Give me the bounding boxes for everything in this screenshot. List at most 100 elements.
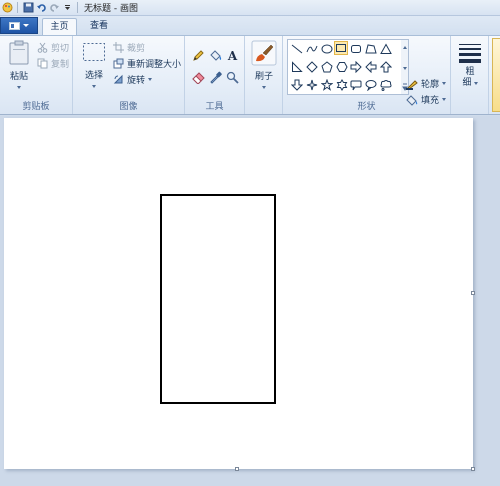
size-button[interactable]: 粗 细 xyxy=(457,42,483,89)
scroll-down-icon xyxy=(403,67,407,70)
copy-button[interactable]: 复制 xyxy=(37,57,69,70)
clipboard-icon xyxy=(9,40,29,65)
clipboard-group-label: 剪贴板 xyxy=(22,102,50,112)
image-group: 选择 裁剪 重新调整大小 旋转 图像 xyxy=(73,36,185,114)
tab-home[interactable]: 主页 xyxy=(42,18,77,35)
tools-group-label: 工具 xyxy=(205,102,224,112)
fill-label: 填充 xyxy=(421,96,440,106)
outline-icon xyxy=(406,79,418,90)
pentagon-shape-icon[interactable] xyxy=(320,60,334,74)
chevron-down-icon xyxy=(92,85,96,88)
resize-handle-right[interactable] xyxy=(471,291,475,295)
outline-button[interactable]: 轮廓 xyxy=(406,77,447,90)
fill-bucket-icon[interactable] xyxy=(208,48,223,63)
title-bar: 无标题 - 画图 xyxy=(0,0,500,16)
hexagon-shape-icon[interactable] xyxy=(335,60,349,74)
line-shape-icon[interactable] xyxy=(290,42,304,56)
star-four-shape-icon[interactable] xyxy=(305,78,319,92)
ribbon-tab-row: 主页 查看 xyxy=(0,16,500,35)
paste-button[interactable]: 粘贴 xyxy=(6,40,32,89)
arrow-right-shape-icon[interactable] xyxy=(349,60,363,74)
brushes-label: 刷子 xyxy=(254,72,273,82)
rotate-icon xyxy=(113,74,123,84)
brushes-button[interactable]: 刷子 xyxy=(250,40,278,89)
window-title: 无标题 - 画图 xyxy=(84,4,138,14)
rotate-button[interactable]: 旋转 xyxy=(113,73,153,86)
quick-access-separator xyxy=(17,2,18,13)
pencil-icon[interactable] xyxy=(191,48,206,63)
size-label-line2: 细 xyxy=(462,78,472,88)
image-group-label: 图像 xyxy=(119,102,138,112)
fill-button[interactable]: 填充 xyxy=(406,93,447,106)
callout-oval-shape-icon[interactable] xyxy=(364,78,378,92)
chevron-down-icon xyxy=(23,24,29,27)
copy-icon xyxy=(37,58,48,69)
oval-shape-icon[interactable] xyxy=(320,42,334,56)
right-triangle-shape-icon[interactable] xyxy=(290,60,304,74)
paste-label: 粘贴 xyxy=(9,72,28,82)
curve-shape-icon[interactable] xyxy=(305,42,319,56)
scissors-icon xyxy=(37,42,48,53)
tools-group: A 工具 xyxy=(185,36,245,114)
text-icon[interactable]: A xyxy=(225,48,240,63)
clipboard-group: 粘贴 剪切 复制 剪贴板 xyxy=(0,36,73,114)
title-separator xyxy=(77,2,78,13)
magnifier-icon[interactable] xyxy=(225,70,240,85)
select-label: 选择 xyxy=(84,71,103,81)
resize-handle-bottom[interactable] xyxy=(235,467,239,471)
size-group: 粗 细 xyxy=(451,36,489,114)
eraser-icon[interactable] xyxy=(191,70,206,85)
triangle-shape-icon[interactable] xyxy=(379,42,393,56)
drawing-canvas[interactable] xyxy=(4,118,473,469)
resize-label: 重新调整大小 xyxy=(127,60,182,70)
resize-handle-corner[interactable] xyxy=(471,467,475,471)
tab-view[interactable]: 查看 xyxy=(84,18,114,35)
rotate-label: 旋转 xyxy=(127,76,146,86)
app-menu-icon xyxy=(9,21,20,30)
arrow-down-shape-icon[interactable] xyxy=(290,78,304,92)
fill-icon xyxy=(406,94,418,106)
brushes-group: 刷子 xyxy=(245,36,283,114)
star-six-shape-icon[interactable] xyxy=(335,78,349,92)
chevron-down-icon xyxy=(17,86,21,89)
selection-rectangle-icon xyxy=(83,43,105,61)
canvas-workspace xyxy=(0,116,500,486)
crop-label: 裁剪 xyxy=(127,44,146,54)
size-label-line1: 粗 xyxy=(465,67,475,77)
callout-cloud-shape-icon[interactable] xyxy=(379,78,393,92)
chevron-down-icon xyxy=(473,82,478,85)
text-glyph: A xyxy=(227,48,238,63)
outline-label: 轮廓 xyxy=(421,80,440,90)
color-picker-icon[interactable] xyxy=(208,70,223,85)
crop-button[interactable]: 裁剪 xyxy=(113,41,145,54)
colors-group-edge xyxy=(492,38,500,112)
cut-label: 剪切 xyxy=(51,44,70,54)
save-icon[interactable] xyxy=(23,2,34,13)
cut-button[interactable]: 剪切 xyxy=(37,41,69,54)
chevron-down-icon xyxy=(442,98,447,101)
polygon-shape-icon[interactable] xyxy=(364,42,378,56)
diamond-shape-icon[interactable] xyxy=(305,60,319,74)
resize-icon xyxy=(113,58,124,69)
arrow-up-shape-icon[interactable] xyxy=(379,60,393,74)
callout-rounded-shape-icon[interactable] xyxy=(349,78,363,92)
undo-icon[interactable] xyxy=(36,2,47,13)
customize-icon[interactable] xyxy=(62,2,73,13)
select-button[interactable]: 选择 xyxy=(81,42,107,88)
scroll-up-icon xyxy=(403,46,407,49)
brush-icon xyxy=(251,40,277,66)
arrow-left-shape-icon[interactable] xyxy=(364,60,378,74)
crop-icon xyxy=(113,42,124,53)
paint-app-icon[interactable] xyxy=(2,2,13,13)
shapes-gallery xyxy=(287,39,402,95)
rounded-rectangle-shape-icon[interactable] xyxy=(349,42,363,56)
redo-icon[interactable] xyxy=(49,2,60,13)
line-width-icon xyxy=(459,44,481,63)
app-menu-button[interactable] xyxy=(0,17,38,34)
resize-button[interactable]: 重新调整大小 xyxy=(113,57,181,70)
chevron-down-icon xyxy=(262,86,266,89)
rectangle-shape-icon[interactable] xyxy=(334,41,348,55)
chevron-down-icon xyxy=(442,82,447,85)
star-five-shape-icon[interactable] xyxy=(320,78,334,92)
drawn-rectangle[interactable] xyxy=(160,194,276,404)
